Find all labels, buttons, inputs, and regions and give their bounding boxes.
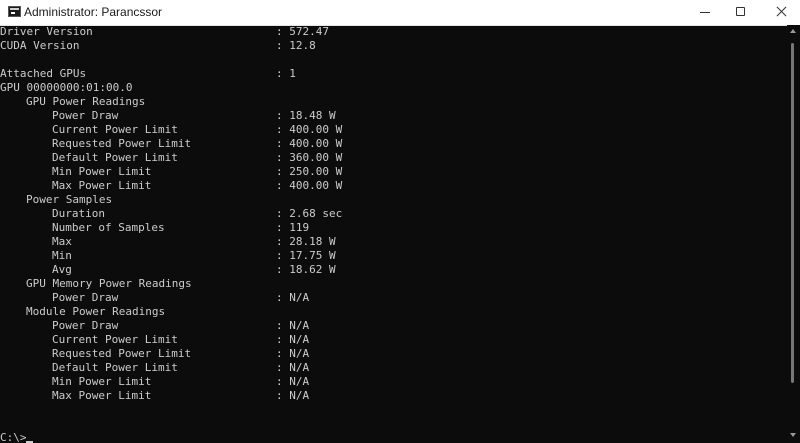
- line-value: : N/A: [276, 333, 310, 346]
- line-label: Min: [52, 249, 72, 262]
- close-icon: [776, 6, 787, 17]
- line-label: Max: [52, 235, 72, 248]
- scroll-up-arrow-icon[interactable]: [790, 29, 796, 33]
- close-button[interactable]: [762, 0, 800, 25]
- scroll-down-arrow-icon[interactable]: [790, 433, 796, 437]
- line-value: : 400.00 W: [276, 137, 343, 150]
- window-title: Administrator: Parancssor: [24, 5, 163, 19]
- console-line: Max : 28.18 W: [0, 235, 336, 249]
- line-value: : 18.48 W: [276, 109, 336, 122]
- line-label: Requested Power Limit: [52, 347, 192, 360]
- line-label: Avg: [52, 263, 72, 276]
- line-label: Power Draw: [52, 319, 119, 332]
- line-value: : N/A: [276, 361, 310, 374]
- line-value: : 12.8: [276, 39, 316, 52]
- console-line: Max Power Limit : N/A: [0, 389, 309, 403]
- console-icon: [8, 6, 21, 17]
- line-label: Power Draw: [52, 109, 119, 122]
- console-line: Requested Power Limit : 400.00 W: [0, 137, 342, 151]
- console-line: Min Power Limit : N/A: [0, 375, 309, 389]
- console-line: Driver Version : 572.47: [0, 25, 329, 39]
- maximize-icon: [736, 7, 745, 16]
- line-label: Current Power Limit: [52, 123, 178, 136]
- line-value: : N/A: [276, 319, 310, 332]
- console-line: Requested Power Limit : N/A: [0, 347, 309, 361]
- line-label: Power Draw: [52, 291, 119, 304]
- console-line: GPU Power Readings: [0, 95, 145, 109]
- console-line: Power Draw : N/A: [0, 291, 309, 305]
- console-line: Avg : 18.62 W: [0, 263, 336, 277]
- console-line: CUDA Version : 12.8: [0, 39, 316, 53]
- console-output[interactable]: Driver Version : 572.47 CUDA Version : 1…: [0, 25, 787, 443]
- line-label: GPU Memory Power Readings: [26, 277, 192, 290]
- prompt-text: C:\>: [0, 431, 27, 443]
- line-label: Power Samples: [26, 193, 113, 206]
- line-value: : 119: [276, 221, 310, 234]
- line-label: GPU 00000000:01:00.0: [0, 81, 133, 94]
- line-label: Current Power Limit: [52, 333, 178, 346]
- vertical-scrollbar[interactable]: [787, 25, 800, 443]
- line-label: Min Power Limit: [52, 375, 152, 388]
- console-line: Default Power Limit : 360.00 W: [0, 151, 342, 165]
- console-line: GPU Memory Power Readings: [0, 277, 192, 291]
- line-value: : 572.47: [276, 25, 329, 38]
- line-value: : 28.18 W: [276, 235, 336, 248]
- line-value: : 400.00 W: [276, 123, 343, 136]
- console-line: GPU 00000000:01:00.0: [0, 81, 132, 95]
- console-line: Default Power Limit : N/A: [0, 361, 309, 375]
- maximize-button[interactable]: [722, 0, 760, 25]
- line-label: Driver Version: [0, 25, 93, 38]
- command-prompt[interactable]: C:\>: [0, 431, 40, 443]
- title-bar[interactable]: Administrator: Parancssor: [0, 0, 800, 26]
- line-value: : 17.75 W: [276, 249, 336, 262]
- console-line: Attached GPUs : 1: [0, 67, 296, 81]
- line-label: Max Power Limit: [52, 389, 152, 402]
- line-label: Module Power Readings: [26, 305, 166, 318]
- scroll-thumb[interactable]: [791, 43, 794, 383]
- line-label: Max Power Limit: [52, 179, 152, 192]
- minimize-button[interactable]: [686, 0, 724, 25]
- line-label: CUDA Version: [0, 39, 80, 52]
- line-value: : 1: [276, 67, 296, 80]
- console-line: Power Samples: [0, 193, 112, 207]
- line-label: Number of Samples: [52, 221, 165, 234]
- line-value: : 2.68 sec: [276, 207, 343, 220]
- console-line: Module Power Readings: [0, 305, 165, 319]
- line-label: Requested Power Limit: [52, 137, 192, 150]
- console-line: Min Power Limit : 250.00 W: [0, 165, 342, 179]
- line-value: : N/A: [276, 347, 310, 360]
- line-label: Default Power Limit: [52, 361, 178, 374]
- console-line: Min : 17.75 W: [0, 249, 336, 263]
- console-line: Current Power Limit : 400.00 W: [0, 123, 342, 137]
- console-line: Number of Samples : 119: [0, 221, 309, 235]
- line-label: GPU Power Readings: [26, 95, 146, 108]
- console-line: Max Power Limit : 400.00 W: [0, 179, 342, 193]
- console-line: Power Draw : 18.48 W: [0, 109, 336, 123]
- line-value: : N/A: [276, 291, 310, 304]
- line-value: : N/A: [276, 389, 310, 402]
- line-label: Default Power Limit: [52, 151, 178, 164]
- line-label: Duration: [52, 207, 105, 220]
- line-label: Min Power Limit: [52, 165, 152, 178]
- console-line: Power Draw : N/A: [0, 319, 309, 333]
- line-value: : 360.00 W: [276, 151, 343, 164]
- line-value: : 250.00 W: [276, 165, 343, 178]
- console-line: Current Power Limit : N/A: [0, 333, 309, 347]
- line-label: Attached GPUs: [0, 67, 87, 80]
- console-line: Duration : 2.68 sec: [0, 207, 342, 221]
- minimize-icon: [700, 12, 710, 13]
- line-value: : 18.62 W: [276, 263, 336, 276]
- line-value: : 400.00 W: [276, 179, 343, 192]
- terminal-window: Administrator: Parancssor Driver Version…: [0, 0, 800, 443]
- line-value: : N/A: [276, 375, 310, 388]
